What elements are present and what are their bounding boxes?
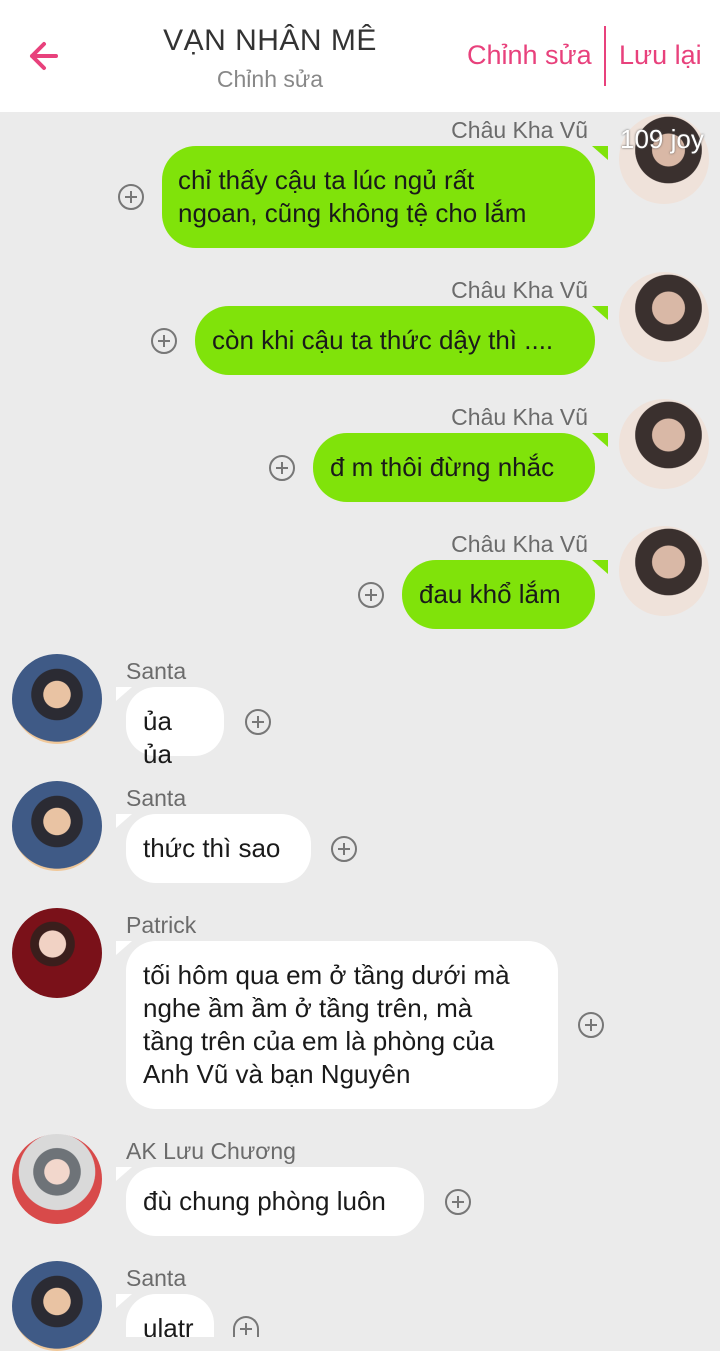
add-reaction-icon[interactable] [245,709,271,735]
add-reaction-icon[interactable] [578,1012,604,1038]
page-subtitle: Chỉnh sửa [216,66,324,92]
message-bubble[interactable]: chỉ thấy cậu ta lúc ngủ rất ngoan, cũng … [162,146,595,248]
add-reaction-icon[interactable] [445,1189,471,1215]
avatar-ak-luu-chuong[interactable] [12,1134,102,1224]
add-reaction-icon[interactable] [269,455,295,481]
avatar-santa[interactable] [12,781,102,871]
add-reaction-icon[interactable] [233,1316,259,1337]
page-title: VẠN NHÂN MÊ [163,24,377,57]
message-bubble[interactable]: đau khổ lắm [402,560,595,629]
edit-button[interactable]: Chỉnh sửa [467,40,592,71]
message-bubble[interactable]: ủa ủa [126,687,224,769]
header-divider [604,26,606,86]
bubble-tail [116,1167,132,1181]
sender-name: Santa [126,785,187,811]
avatar-santa[interactable] [12,654,102,744]
avatar-chau-kha-vu[interactable] [619,272,709,362]
avatar-chau-kha-vu[interactable] [619,399,709,489]
message-bubble[interactable]: đ m thôi đừng nhắc [313,433,595,502]
sender-name: Châu Kha Vũ [451,404,588,430]
avatar-santa[interactable] [12,1261,102,1351]
sender-name: Châu Kha Vũ [451,531,588,557]
bubble-tail [592,146,608,160]
sender-name: AK Lưu Chương [126,1138,296,1164]
header-bar: VẠN NHÂN MÊ Chỉnh sửa Chỉnh sửa Lưu lại [0,0,720,112]
add-reaction-icon[interactable] [331,836,357,862]
sender-name: Santa [126,658,187,684]
add-reaction-icon[interactable] [118,184,144,210]
save-button[interactable]: Lưu lại [619,40,702,71]
bubble-tail [592,306,608,320]
avatar-chau-kha-vu[interactable] [619,526,709,616]
message-bubble[interactable]: tối hôm qua em ở tầng dưới mà nghe ầm ầm… [126,941,558,1109]
sender-name: Santa [126,1265,187,1291]
bubble-tail [116,814,132,828]
bubble-tail [592,560,608,574]
bubble-tail [116,1294,132,1308]
sender-name: Châu Kha Vũ [451,117,588,143]
avatar-patrick[interactable] [12,908,102,998]
watermark: 109 joy [620,124,704,154]
add-reaction-icon[interactable] [358,582,384,608]
message-bubble[interactable]: còn khi cậu ta thức dậy thì .... [195,306,595,375]
bubble-tail [116,941,132,955]
bubble-tail [592,433,608,447]
message-bubble[interactable]: thức thì sao [126,814,311,883]
bubble-tail [116,687,132,701]
message-bubble[interactable]: ulatr [126,1294,214,1337]
sender-name: Patrick [126,912,197,938]
add-reaction-icon[interactable] [151,328,177,354]
sender-name: Châu Kha Vũ [451,277,588,303]
back-arrow-icon[interactable] [24,36,64,76]
message-bubble[interactable]: đù chung phòng luôn [126,1167,424,1236]
